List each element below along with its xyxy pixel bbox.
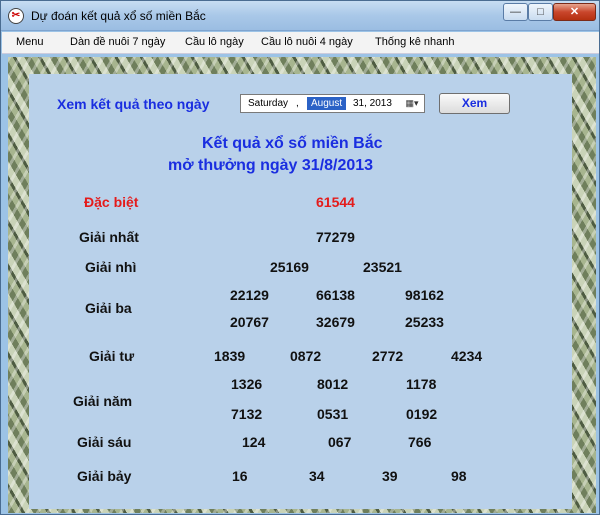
prize-number: 0192	[406, 406, 438, 422]
prize-number: 20767	[230, 314, 269, 330]
date-separator: ,	[296, 98, 299, 109]
prize-number: 66138	[316, 287, 355, 303]
prize-number: 98162	[405, 287, 444, 303]
window-title: Dự đoán kết quả xổ số miền Bắc	[31, 9, 206, 23]
prize-number: 2772	[372, 348, 404, 364]
lottery-app-icon[interactable]: ✂	[8, 8, 24, 24]
prize-number: 25233	[405, 314, 444, 330]
title-bar: ✂ Dự đoán kết quả xổ số miền Bắc — □ ✕	[1, 1, 599, 31]
prize-number: 8012	[317, 376, 349, 392]
prize-label-special: Đặc biệt	[84, 194, 139, 210]
prize-number: 0531	[317, 406, 349, 422]
prize-number: 25169	[270, 259, 309, 275]
prize-label-second: Giải nhì	[85, 259, 137, 275]
menu-item-daily-lot-bridge[interactable]: Cầu lô ngày	[185, 36, 244, 48]
prize-number: 0872	[290, 348, 322, 364]
prize-label-fourth: Giải tư	[89, 348, 135, 364]
prize-number: 124	[242, 434, 266, 450]
prize-number: 22129	[230, 287, 269, 303]
date-month[interactable]: August	[307, 97, 347, 110]
date-picker[interactable]: Saturday , August 31, 2013 ▦▾	[240, 94, 425, 113]
prize-number: 23521	[363, 259, 402, 275]
view-button[interactable]: Xem	[439, 93, 510, 114]
prize-number: 34	[309, 468, 325, 484]
prize-label-third: Giải ba	[85, 300, 132, 316]
menu-item-menu[interactable]: Menu	[16, 36, 44, 48]
prize-number: 98	[451, 468, 467, 484]
app-window: ✂ Dự đoán kết quả xổ số miền Bắc — □ ✕ M…	[0, 0, 600, 515]
menu-item-quick-stats[interactable]: Thống kê nhanh	[375, 36, 455, 48]
prize-label-first: Giải nhất	[79, 229, 139, 245]
prize-number: 4234	[451, 348, 483, 364]
prize-number: 1326	[231, 376, 263, 392]
prize-number: 7132	[231, 406, 263, 422]
view-by-date-label: Xem kết quả theo ngày	[57, 96, 210, 112]
prize-number: 067	[328, 434, 352, 450]
menu-bar: Menu Dàn đề nuôi 7 ngày Cầu lô ngày Cầu …	[2, 32, 599, 54]
prize-number: 16	[232, 468, 248, 484]
close-button[interactable]: ✕	[553, 3, 596, 21]
prize-number: 1839	[214, 348, 246, 364]
menu-item-4-day-lot-bridge[interactable]: Cầu lô nuôi 4 ngày	[261, 36, 353, 48]
prize-label-sixth: Giải sáu	[77, 434, 132, 450]
date-day-year[interactable]: 31, 2013	[353, 98, 392, 109]
calendar-dropdown-icon[interactable]: ▦▾	[401, 96, 423, 111]
prize-number: 1178	[406, 376, 437, 392]
prize-number: 39	[382, 468, 398, 484]
result-date-title: mở thưởng ngày 31/8/2013	[168, 157, 374, 174]
prize-number: 32679	[316, 314, 355, 330]
prize-number: 77279	[316, 229, 355, 245]
prize-label-fifth: Giải năm	[73, 393, 133, 409]
prize-number: 766	[408, 434, 432, 450]
prize-label-seventh: Giải bảy	[77, 468, 132, 484]
date-weekday[interactable]: Saturday	[248, 98, 288, 109]
maximize-button[interactable]: □	[528, 3, 553, 21]
result-title: Kết quả xổ số miền Bắc	[202, 135, 383, 152]
prize-number: 61544	[316, 194, 355, 210]
minimize-button[interactable]: —	[503, 3, 528, 21]
menu-item-7-day-bets[interactable]: Dàn đề nuôi 7 ngày	[70, 36, 165, 48]
